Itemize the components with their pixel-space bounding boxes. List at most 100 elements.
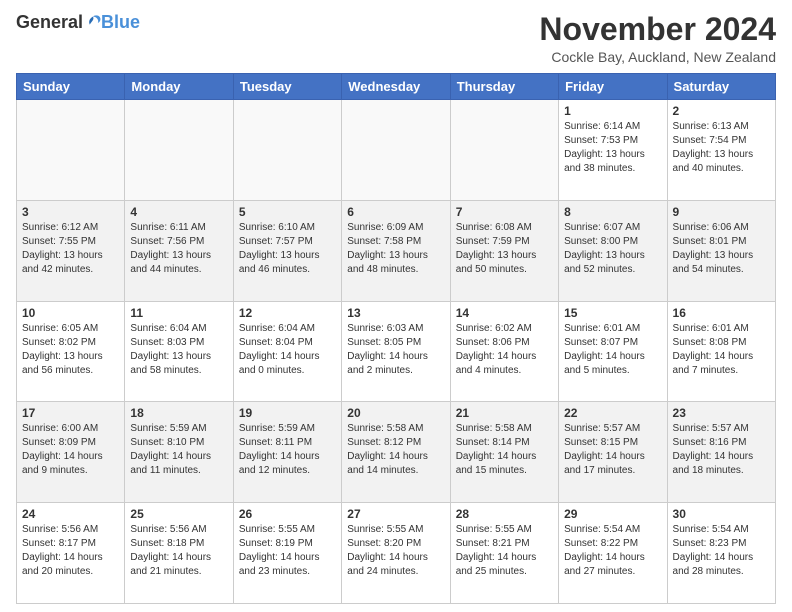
header-thursday: Thursday <box>450 74 558 100</box>
calendar-cell: 21 Sunrise: 5:58 AM Sunset: 8:14 PM Dayli… <box>450 402 558 503</box>
day-number: 26 <box>239 507 336 521</box>
day-info: Sunrise: 6:13 AM Sunset: 7:54 PM Dayligh… <box>673 120 770 176</box>
calendar-cell: 12Sunrise: 6:04 AM Sunset: 8:04 PM Dayli… <box>233 301 341 402</box>
header-friday: Friday <box>559 74 667 100</box>
day-number: 29 <box>564 507 661 521</box>
day-number: 11 <box>130 306 227 320</box>
day-number: 27 <box>347 507 444 521</box>
calendar-cell: 25 Sunrise: 5:56 AM Sunset: 8:18 PM Dayli… <box>125 503 233 604</box>
calendar-cell <box>125 100 233 201</box>
header-saturday: Saturday <box>667 74 775 100</box>
calendar-table: Sunday Monday Tuesday Wednesday Thursday… <box>16 73 776 604</box>
calendar-cell: 23 Sunrise: 5:57 AM Sunset: 8:16 PM Dayli… <box>667 402 775 503</box>
day-number: 15 <box>564 306 661 320</box>
calendar-cell: 4Sunrise: 6:11 AM Sunset: 7:56 PM Daylig… <box>125 200 233 301</box>
day-info: Sunrise: 5:57 AM Sunset: 8:16 PM Dayligh… <box>673 422 770 478</box>
day-number: 28 <box>456 507 553 521</box>
calendar-cell: 27 Sunrise: 5:55 AM Sunset: 8:20 PM Dayli… <box>342 503 450 604</box>
day-number: 12 <box>239 306 336 320</box>
header-wednesday: Wednesday <box>342 74 450 100</box>
calendar-cell: 22Sunrise: 5:57 AM Sunset: 8:15 PM Dayli… <box>559 402 667 503</box>
calendar-cell: 5 Sunrise: 6:10 AM Sunset: 7:57 PM Daylig… <box>233 200 341 301</box>
day-number: 2 <box>673 104 770 118</box>
calendar-cell: 6 Sunrise: 6:09 AM Sunset: 7:58 PM Daylig… <box>342 200 450 301</box>
day-info: Sunrise: 5:55 AM Sunset: 8:21 PM Dayligh… <box>456 523 553 579</box>
header-monday: Monday <box>125 74 233 100</box>
day-info: Sunrise: 6:03 AM Sunset: 8:05 PM Dayligh… <box>347 322 444 378</box>
header: General Blue November 2024 Cockle Bay, A… <box>16 12 776 65</box>
calendar-cell: 28 Sunrise: 5:55 AM Sunset: 8:21 PM Dayli… <box>450 503 558 604</box>
day-info: Sunrise: 5:55 AM Sunset: 8:20 PM Dayligh… <box>347 523 444 579</box>
day-number: 9 <box>673 205 770 219</box>
calendar-cell: 1Sunrise: 6:14 AM Sunset: 7:53 PM Daylig… <box>559 100 667 201</box>
day-number: 24 <box>22 507 119 521</box>
title-section: November 2024 Cockle Bay, Auckland, New … <box>539 12 776 65</box>
day-info: Sunrise: 6:08 AM Sunset: 7:59 PM Dayligh… <box>456 221 553 277</box>
calendar-cell: 15 Sunrise: 6:01 AM Sunset: 8:07 PM Dayli… <box>559 301 667 402</box>
day-number: 13 <box>347 306 444 320</box>
day-number: 23 <box>673 406 770 420</box>
day-info: Sunrise: 6:07 AM Sunset: 8:00 PM Dayligh… <box>564 221 661 277</box>
day-info: Sunrise: 5:56 AM Sunset: 8:18 PM Dayligh… <box>130 523 227 579</box>
day-info: Sunrise: 6:06 AM Sunset: 8:01 PM Dayligh… <box>673 221 770 277</box>
location-subtitle: Cockle Bay, Auckland, New Zealand <box>539 49 776 65</box>
day-info: Sunrise: 6:00 AM Sunset: 8:09 PM Dayligh… <box>22 422 119 478</box>
calendar-cell <box>342 100 450 201</box>
day-info: Sunrise: 5:57 AM Sunset: 8:15 PM Dayligh… <box>564 422 661 478</box>
calendar-cell: 29 Sunrise: 5:54 AM Sunset: 8:22 PM Dayli… <box>559 503 667 604</box>
day-number: 25 <box>130 507 227 521</box>
day-info: Sunrise: 5:54 AM Sunset: 8:23 PM Dayligh… <box>673 523 770 579</box>
calendar-cell: 3Sunrise: 6:12 AM Sunset: 7:55 PM Daylig… <box>17 200 125 301</box>
day-info: Sunrise: 6:14 AM Sunset: 7:53 PM Dayligh… <box>564 120 661 176</box>
calendar-cell: 13 Sunrise: 6:03 AM Sunset: 8:05 PM Dayli… <box>342 301 450 402</box>
calendar-cell: 16 Sunrise: 6:01 AM Sunset: 8:08 PM Dayli… <box>667 301 775 402</box>
week-row-4: 17 Sunrise: 6:00 AM Sunset: 8:09 PM Dayli… <box>17 402 776 503</box>
day-number: 21 <box>456 406 553 420</box>
logo-blue-text: Blue <box>101 12 140 33</box>
header-tuesday: Tuesday <box>233 74 341 100</box>
calendar-cell: 17 Sunrise: 6:00 AM Sunset: 8:09 PM Dayli… <box>17 402 125 503</box>
day-number: 6 <box>347 205 444 219</box>
calendar-cell: 7Sunrise: 6:08 AM Sunset: 7:59 PM Daylig… <box>450 200 558 301</box>
day-number: 18 <box>130 406 227 420</box>
day-number: 17 <box>22 406 119 420</box>
calendar-cell: 24 Sunrise: 5:56 AM Sunset: 8:17 PM Dayli… <box>17 503 125 604</box>
calendar-header-row: Sunday Monday Tuesday Wednesday Thursday… <box>17 74 776 100</box>
day-info: Sunrise: 5:58 AM Sunset: 8:12 PM Dayligh… <box>347 422 444 478</box>
calendar-cell: 8 Sunrise: 6:07 AM Sunset: 8:00 PM Daylig… <box>559 200 667 301</box>
day-number: 5 <box>239 205 336 219</box>
day-info: Sunrise: 5:58 AM Sunset: 8:14 PM Dayligh… <box>456 422 553 478</box>
day-info: Sunrise: 6:11 AM Sunset: 7:56 PM Dayligh… <box>130 221 227 277</box>
day-number: 8 <box>564 205 661 219</box>
week-row-3: 10Sunrise: 6:05 AM Sunset: 8:02 PM Dayli… <box>17 301 776 402</box>
header-sunday: Sunday <box>17 74 125 100</box>
week-row-2: 3Sunrise: 6:12 AM Sunset: 7:55 PM Daylig… <box>17 200 776 301</box>
day-info: Sunrise: 6:02 AM Sunset: 8:06 PM Dayligh… <box>456 322 553 378</box>
day-number: 14 <box>456 306 553 320</box>
calendar-cell <box>450 100 558 201</box>
calendar-cell <box>17 100 125 201</box>
calendar-cell: 20 Sunrise: 5:58 AM Sunset: 8:12 PM Dayli… <box>342 402 450 503</box>
day-number: 20 <box>347 406 444 420</box>
week-row-1: 1Sunrise: 6:14 AM Sunset: 7:53 PM Daylig… <box>17 100 776 201</box>
day-info: Sunrise: 6:09 AM Sunset: 7:58 PM Dayligh… <box>347 221 444 277</box>
day-number: 16 <box>673 306 770 320</box>
day-info: Sunrise: 5:55 AM Sunset: 8:19 PM Dayligh… <box>239 523 336 579</box>
day-info: Sunrise: 6:01 AM Sunset: 8:07 PM Dayligh… <box>564 322 661 378</box>
calendar-cell: 14 Sunrise: 6:02 AM Sunset: 8:06 PM Dayli… <box>450 301 558 402</box>
calendar-cell <box>233 100 341 201</box>
day-info: Sunrise: 5:56 AM Sunset: 8:17 PM Dayligh… <box>22 523 119 579</box>
day-info: Sunrise: 6:10 AM Sunset: 7:57 PM Dayligh… <box>239 221 336 277</box>
day-info: Sunrise: 5:59 AM Sunset: 8:10 PM Dayligh… <box>130 422 227 478</box>
logo-general-text: General <box>16 12 83 33</box>
day-info: Sunrise: 5:59 AM Sunset: 8:11 PM Dayligh… <box>239 422 336 478</box>
page: General Blue November 2024 Cockle Bay, A… <box>0 0 792 612</box>
calendar-cell: 9 Sunrise: 6:06 AM Sunset: 8:01 PM Daylig… <box>667 200 775 301</box>
day-info: Sunrise: 6:01 AM Sunset: 8:08 PM Dayligh… <box>673 322 770 378</box>
day-info: Sunrise: 6:12 AM Sunset: 7:55 PM Dayligh… <box>22 221 119 277</box>
day-info: Sunrise: 5:54 AM Sunset: 8:22 PM Dayligh… <box>564 523 661 579</box>
calendar-cell: 19Sunrise: 5:59 AM Sunset: 8:11 PM Dayli… <box>233 402 341 503</box>
logo-bird-icon <box>85 15 101 31</box>
calendar-cell: 11Sunrise: 6:04 AM Sunset: 8:03 PM Dayli… <box>125 301 233 402</box>
calendar-cell: 18 Sunrise: 5:59 AM Sunset: 8:10 PM Dayli… <box>125 402 233 503</box>
